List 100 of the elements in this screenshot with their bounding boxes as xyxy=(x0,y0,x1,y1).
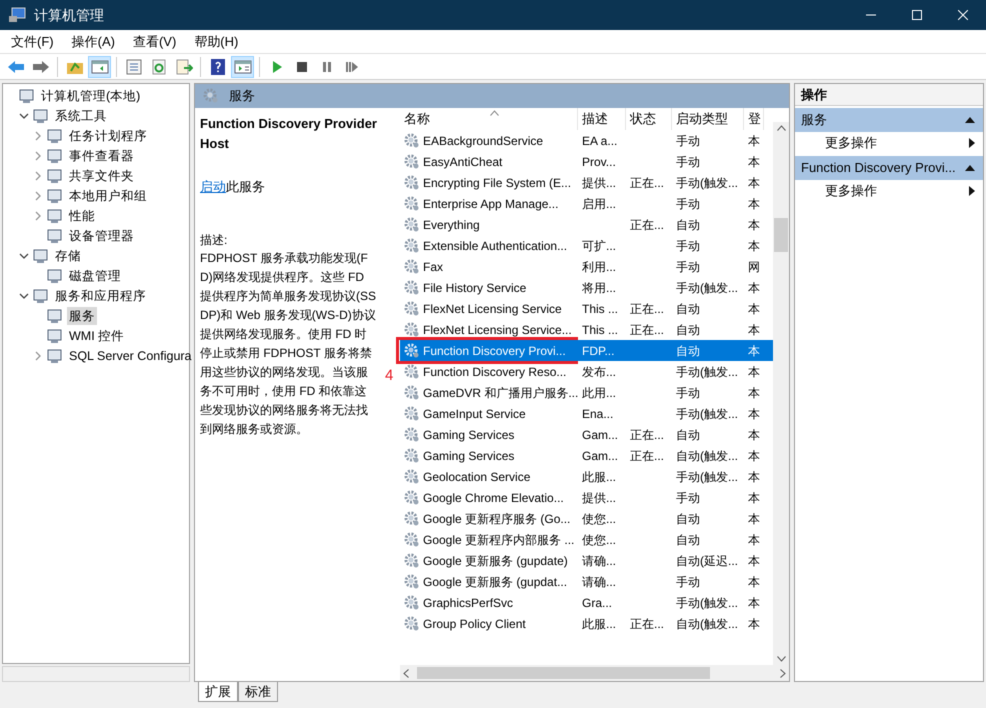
tree-item[interactable]: 性能 xyxy=(67,206,97,226)
column-header[interactable]: 启动类型 xyxy=(672,108,744,130)
scrollbar-thumb[interactable] xyxy=(774,218,788,252)
column-header[interactable]: 状态 xyxy=(626,108,672,130)
column-header[interactable]: 登 xyxy=(744,108,764,130)
service-name-cell-text: Geolocation Service xyxy=(423,468,530,486)
service-row[interactable]: Fax 利用... 手动 网 xyxy=(400,256,773,277)
chevron-right-icon[interactable] xyxy=(33,171,43,181)
table-cell-text: 启用... xyxy=(581,196,618,212)
chevron-down-icon[interactable] xyxy=(19,111,29,121)
service-row[interactable]: Function Discovery Reso... 发布... 手动(触发... 本 xyxy=(400,361,773,382)
gear-icon xyxy=(404,216,420,232)
service-row[interactable]: Enterprise App Manage... 启用... 手动 本 xyxy=(400,193,773,214)
chevron-down-icon[interactable] xyxy=(19,251,29,261)
service-row[interactable]: Extensible Authentication... 可扩... 手动 本 xyxy=(400,235,773,256)
tree-item[interactable]: 磁盘管理 xyxy=(67,266,123,286)
resume-icon[interactable] xyxy=(344,60,358,74)
table-cell-text: 使您... xyxy=(581,532,618,548)
chevron-right-icon[interactable] xyxy=(33,131,43,141)
collapse-triangle-icon[interactable] xyxy=(965,117,975,123)
tree-item[interactable]: 本地用户和组 xyxy=(67,186,149,206)
gear-icon xyxy=(404,616,420,632)
column-header[interactable]: 名称 xyxy=(400,108,578,130)
tree-item[interactable]: 事件查看器 xyxy=(67,146,136,166)
scroll-right-icon[interactable] xyxy=(780,668,786,678)
service-row[interactable]: Google 更新服务 (gupdat... 请确... 手动 本 xyxy=(400,571,773,592)
table-cell-text: 自动 xyxy=(675,510,701,528)
service-row[interactable]: GameInput Service Ena... 手动(触发... 本 xyxy=(400,403,773,424)
chevron-right-icon[interactable] xyxy=(33,151,43,161)
collapse-triangle-icon[interactable] xyxy=(965,165,975,171)
chevron-down-icon[interactable] xyxy=(19,291,29,301)
menu-item[interactable]: 帮助(H) xyxy=(187,32,246,52)
service-row[interactable]: Google 更新程序内部服务 ... 使您... 自动 本 xyxy=(400,529,773,550)
table-cell-text: 本 xyxy=(747,322,761,338)
table-cell-text: 正在... xyxy=(629,174,666,192)
menu-item[interactable]: 操作(A) xyxy=(64,32,122,52)
service-row[interactable]: EasyAntiCheat Prov... 手动 本 xyxy=(400,151,773,172)
service-row[interactable]: Google 更新程序服务 (Go... 使您... 自动 本 xyxy=(400,508,773,529)
tree-item[interactable]: SQL Server Configura xyxy=(67,346,194,366)
scrollbar-thumb[interactable] xyxy=(417,667,710,679)
table-cell-text: 手动(触发... xyxy=(675,594,739,612)
view-tab[interactable]: 扩展 xyxy=(198,682,238,702)
stop-icon[interactable] xyxy=(294,60,308,74)
table-cell-text: 本 xyxy=(747,300,761,318)
gear-icon xyxy=(203,88,219,104)
service-row[interactable]: FlexNet Licensing Service... This ... 正在... 自动 本 xyxy=(400,319,773,340)
horizontal-scrollbar[interactable] xyxy=(400,665,789,681)
service-row[interactable]: GraphicsPerfSvc Gra... 手动(触发... 本 xyxy=(400,592,773,613)
action-item[interactable]: 更多操作 xyxy=(795,180,983,202)
tree-item[interactable]: 存储 xyxy=(53,246,83,266)
scroll-left-icon[interactable] xyxy=(403,668,409,678)
maximize-icon[interactable] xyxy=(912,10,922,20)
tree-item[interactable]: WMI 控件 xyxy=(67,326,126,346)
tree-item[interactable]: 服务 xyxy=(67,306,97,326)
table-cell-text: 手动 xyxy=(675,258,701,276)
service-row[interactable]: Function Discovery Provi... FDP... 自动 本 xyxy=(400,340,773,361)
service-row[interactable]: Group Policy Client 此服... 正在... 自动(触发... 本 xyxy=(400,613,773,634)
service-name-cell-text: Function Discovery Reso... xyxy=(423,364,566,380)
scroll-down-icon[interactable] xyxy=(776,656,786,662)
service-row[interactable]: Everything 正在... 自动 本 xyxy=(400,214,773,235)
tree-item[interactable]: 共享文件夹 xyxy=(67,166,136,186)
service-row[interactable]: FlexNet Licensing Service This ... 正在... 自动 本 xyxy=(400,298,773,319)
node-icon xyxy=(47,128,63,144)
menu-item[interactable]: 查看(V) xyxy=(126,32,184,52)
service-row[interactable]: Google 更新服务 (gupdate) 请确... 自动(延迟... 本 xyxy=(400,550,773,571)
service-row[interactable]: Geolocation Service 此服... 手动(触发... 本 xyxy=(400,466,773,487)
action-section-header[interactable]: 服务 xyxy=(795,108,983,132)
table-cell-text: 本 xyxy=(747,280,761,296)
service-row[interactable]: Gaming Services Gam... 正在... 自动(触发... 本 xyxy=(400,445,773,466)
column-header[interactable]: 描述 xyxy=(578,108,626,130)
horizontal-scrollbar[interactable] xyxy=(2,666,190,682)
chevron-right-icon[interactable] xyxy=(33,351,43,361)
service-row[interactable]: Gaming Services Gam... 正在... 自动 本 xyxy=(400,424,773,445)
action-section-header[interactable]: Function Discovery Provi... xyxy=(795,156,983,180)
chevron-right-icon[interactable] xyxy=(33,211,43,221)
service-name-cell-text: Fax xyxy=(423,258,444,276)
gear-icon xyxy=(404,280,420,296)
tree-item[interactable]: 系统工具 xyxy=(53,106,109,126)
table-cell-text: 正在... xyxy=(629,300,666,318)
service-row[interactable]: Encrypting File System (E... 提供... 正在... 手动(触发... 本 xyxy=(400,172,773,193)
tree-item[interactable]: 设备管理器 xyxy=(67,226,136,246)
chevron-right-icon[interactable] xyxy=(33,191,43,201)
panel-title: 服务 xyxy=(229,87,255,106)
menu-item[interactable]: 文件(F) xyxy=(4,32,61,52)
view-tab[interactable]: 标准 xyxy=(238,682,278,702)
start-link[interactable]: 启动 xyxy=(200,179,226,194)
node-icon xyxy=(33,288,49,304)
service-row[interactable]: Google Chrome Elevatio... 提供... 手动 本 xyxy=(400,487,773,508)
service-row[interactable]: EABackgroundService EA a... 手动 本 xyxy=(400,130,773,151)
vertical-scrollbar[interactable] xyxy=(773,122,789,665)
action-item[interactable]: 更多操作 xyxy=(795,132,983,154)
gear-icon xyxy=(404,384,420,400)
tree-item[interactable]: 计算机管理(本地) xyxy=(39,86,142,106)
service-row[interactable]: File History Service 将用... 手动(触发... 本 xyxy=(400,277,773,298)
service-row[interactable]: GameDVR 和广播用户服务... 此用... 手动 本 xyxy=(400,382,773,403)
scroll-up-icon[interactable] xyxy=(776,125,786,131)
close-icon[interactable] xyxy=(958,10,968,20)
tree-item[interactable]: 服务和应用程序 xyxy=(53,286,148,306)
table-cell-text: 自动(触发... xyxy=(675,448,739,464)
tree-item[interactable]: 任务计划程序 xyxy=(67,126,149,146)
